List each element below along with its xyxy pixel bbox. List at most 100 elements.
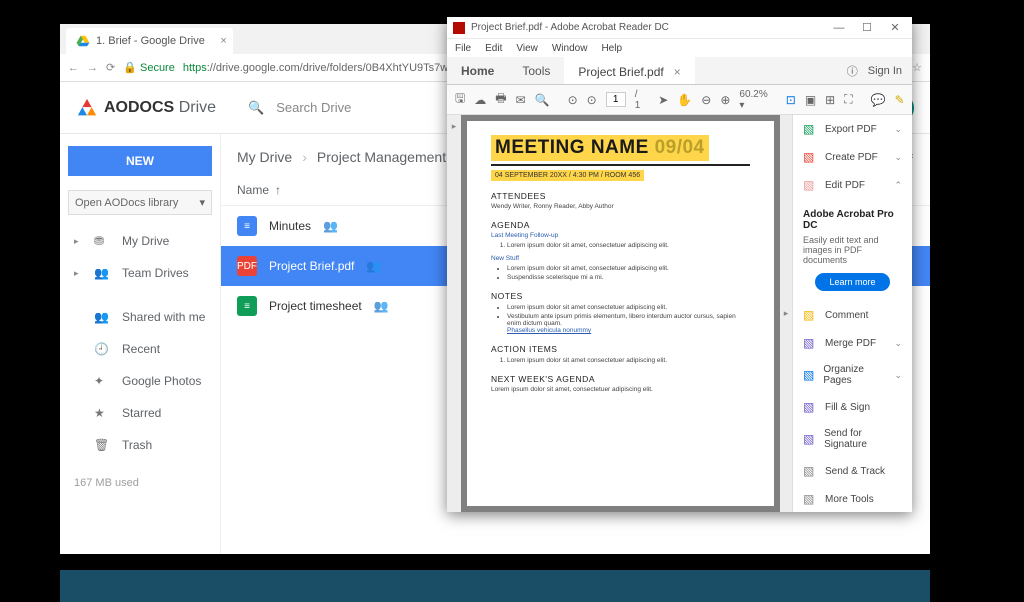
tool-export-pdf[interactable]: ▧Export PDF⌄ [793,115,912,143]
tool-edit-pdf[interactable]: ▧Edit PDF⌃ [793,171,912,199]
forward-icon[interactable]: → [87,62,98,74]
aodocs-logo-icon [76,97,98,119]
comment-icon[interactable]: 💬 [871,93,886,107]
acrobat-collapse-rail[interactable]: ▸ [780,115,792,512]
storage-used: 167 MB used [68,477,212,489]
email-icon[interactable]: ✉ [516,93,526,107]
search-icon: 🔍 [248,100,264,116]
fit-page-icon[interactable]: ▣ [805,93,816,107]
new-button[interactable]: NEW [68,146,212,176]
team-drives-icon: 👥 [94,266,110,280]
close-doc-tab-icon[interactable]: × [674,65,681,79]
learn-more-button[interactable]: Learn more [815,273,889,291]
recent-icon: 🕘 [94,342,110,356]
tool-icon: ▧ [803,336,817,350]
acrobat-window-title: Project Brief.pdf - Adobe Acrobat Reader… [471,22,822,33]
read-mode-icon[interactable]: ⛶ [844,92,852,107]
sidebar-item-shared[interactable]: 👥Shared with me [68,303,212,331]
chevron-icon: ⌄ [894,338,902,349]
zoom-in-icon[interactable]: ⊕ [720,93,730,107]
shared-indicator-icon: 👥 [374,299,389,313]
pdf-file-icon: PDF [237,256,257,276]
sidebar-item-trash[interactable]: 🗑Trash [68,431,212,459]
star-icon[interactable]: ☆ [912,61,922,74]
tool-merge-pdf[interactable]: ▧Merge PDF⌄ [793,329,912,357]
minimize-button[interactable]: — [828,22,850,34]
tool-icon: ▧ [803,400,817,414]
print-icon[interactable]: 🖶 [495,89,506,110]
page-down-icon[interactable]: ⊙ [587,93,597,107]
rotate-icon[interactable]: ⊞ [825,93,835,107]
tool-icon: ▧ [803,178,817,192]
page-up-icon[interactable]: ⊙ [568,93,578,107]
acrobat-tabs: Home Tools Project Brief.pdf× ⓘ Sign In [447,57,912,85]
fit-width-icon[interactable]: ⊡ [786,93,796,107]
tool-fill-sign[interactable]: ▧Fill & Sign [793,393,912,421]
tool-organize-pages[interactable]: ▧Organize Pages⌄ [793,357,912,393]
tab-home[interactable]: Home [447,57,508,84]
tool-create-pdf[interactable]: ▧Create PDF⌄ [793,143,912,171]
acrobat-titlebar: Project Brief.pdf - Adobe Acrobat Reader… [447,17,912,39]
sidebar-item-my-drive[interactable]: ▸⛃My Drive [68,227,212,255]
tool-icon: ▧ [803,432,816,446]
save-icon[interactable]: 🖫 [455,89,465,110]
menu-help[interactable]: Help [601,43,622,54]
acrobat-pro-promo: Adobe Acrobat Pro DC Easily edit text an… [793,199,912,301]
search-placeholder: Search Drive [276,100,351,115]
breadcrumb-item[interactable]: Project Management [317,149,446,165]
shared-indicator-icon: 👥 [366,259,381,273]
file-name: Project timesheet [269,299,362,313]
tab-tools[interactable]: Tools [508,57,564,84]
chevron-right-icon: › [302,149,307,165]
menu-edit[interactable]: Edit [485,43,502,54]
sign-in-link[interactable]: Sign In [868,65,902,77]
reload-icon[interactable]: ⟳ [106,61,115,74]
chevron-down-icon: ▾ [199,196,205,209]
maximize-button[interactable]: ☐ [856,21,878,34]
pdf-page: MEETING NAME 09/04 04 SEPTEMBER 20XX / 4… [467,121,774,506]
tool-send-track[interactable]: ▧Send & Track [793,457,912,485]
hand-icon[interactable]: ✋ [677,93,692,107]
acrobat-window: Project Brief.pdf - Adobe Acrobat Reader… [447,17,912,512]
sidebar-item-starred[interactable]: ★Starred [68,399,212,427]
tool-icon: ▧ [803,464,817,478]
highlight-icon[interactable]: ✎ [895,93,905,107]
pointer-icon[interactable]: ➤ [658,93,668,107]
sidebar-item-team-drives[interactable]: ▸👥Team Drives [68,259,212,287]
photos-icon: ✦ [94,374,110,388]
drive-icon: ⛃ [94,234,110,248]
aodocs-library-selector[interactable]: Open AODocs library▾ [68,190,212,215]
drive-favicon [76,34,90,48]
menu-view[interactable]: View [516,43,538,54]
thumbnails-icon[interactable]: ▸ [452,121,457,132]
menu-window[interactable]: Window [552,43,588,54]
shared-icon: 👥 [94,310,110,324]
acrobat-page-area[interactable]: MEETING NAME 09/04 04 SEPTEMBER 20XX / 4… [461,115,780,512]
menu-file[interactable]: File [455,43,471,54]
sort-arrow-icon: ↑ [275,183,281,197]
acrobat-menubar: File Edit View Window Help [447,39,912,57]
tool-send-for-signature[interactable]: ▧Send for Signature [793,421,912,457]
chevron-icon: ⌄ [894,370,902,381]
sidebar-item-photos[interactable]: ✦Google Photos [68,367,212,395]
tool-comment[interactable]: ▧Comment [793,301,912,329]
breadcrumb-item[interactable]: My Drive [237,149,292,165]
sidebar-item-recent[interactable]: 🕘Recent [68,335,212,363]
cloud-icon[interactable]: ☁ [474,93,486,107]
zoom-level[interactable]: 60.2% ▾ [739,89,767,111]
tab-document[interactable]: Project Brief.pdf× [564,57,694,84]
chevron-icon: ⌄ [894,152,902,163]
tool-more-tools[interactable]: ▧More Tools [793,485,912,512]
help-icon[interactable]: ⓘ [847,63,858,79]
shared-indicator-icon: 👥 [323,219,338,233]
search-icon[interactable]: 🔍 [535,93,550,107]
browser-tab[interactable]: 1. Brief - Google Drive × [66,28,233,54]
zoom-out-icon[interactable]: ⊖ [701,93,711,107]
doc-file-icon: ≡ [237,216,257,236]
close-button[interactable]: ✕ [884,21,906,34]
chevron-icon: ⌄ [894,124,902,135]
back-icon[interactable]: ← [68,62,79,74]
tool-icon: ▧ [803,122,817,136]
page-number-input[interactable] [606,92,626,107]
close-tab-icon[interactable]: × [220,35,226,47]
